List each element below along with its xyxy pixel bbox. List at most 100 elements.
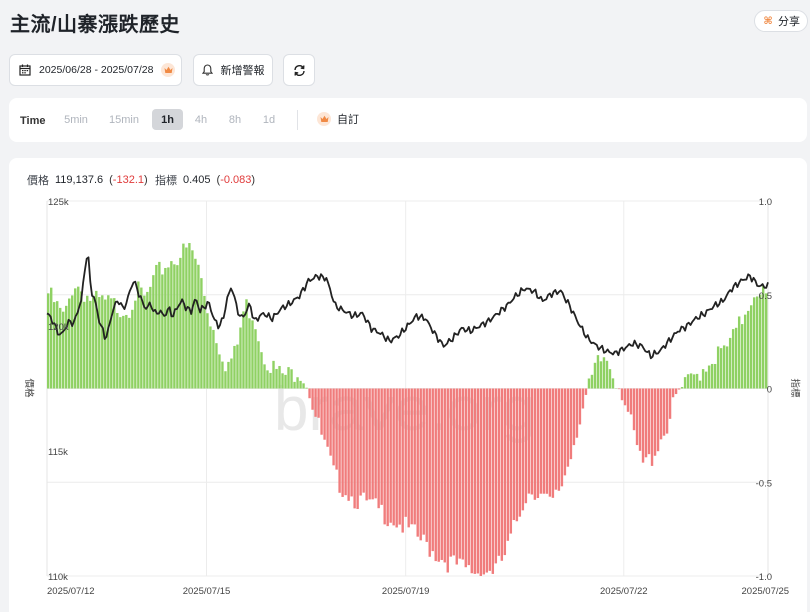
indicator-bar-negative (677, 388, 681, 390)
indicator-bar-negative (506, 388, 510, 541)
indicator-bar-negative (371, 388, 374, 500)
indicator-bar-positive (734, 327, 738, 389)
indicator-bar-positive (765, 293, 768, 389)
indicator-bar-positive (728, 337, 732, 389)
indicator-bar-positive (683, 377, 687, 389)
indicator-bar-negative (560, 388, 564, 487)
indicator-bar-negative (572, 388, 576, 446)
indicator-bar-negative (392, 388, 395, 526)
indicator-bar-positive (47, 293, 50, 389)
indicator-bar-negative (311, 388, 314, 410)
indicator-bar-negative (554, 388, 558, 490)
indicator-bar-positive (101, 295, 104, 389)
indicator-bar-negative (458, 388, 461, 559)
indicator-bar-positive (704, 371, 708, 389)
indicator-bar-negative (557, 388, 561, 491)
indicator-bar-positive (77, 286, 80, 389)
indicator-bar-positive (191, 250, 194, 389)
indicator-bar-positive (611, 378, 615, 389)
indicator-bar-negative (350, 388, 353, 497)
indicator-bar-positive (230, 358, 233, 389)
indicator-bar-negative (362, 388, 365, 493)
left-axis-tick: 115k (48, 447, 68, 458)
indicator-bar-positive (131, 309, 134, 389)
indicator-bar-positive (59, 307, 62, 389)
indicator-bar-positive (242, 311, 245, 389)
indicator-bar-positive (170, 261, 173, 389)
indicator-bar-negative (497, 388, 501, 556)
indicator-bar-positive (689, 373, 693, 389)
indicator-bar-negative (431, 388, 434, 552)
indicator-bar-negative (653, 388, 657, 456)
indicator-bar-negative (446, 388, 449, 573)
indicator-bar-negative (665, 388, 669, 434)
indicator-bar-negative (308, 388, 311, 399)
indicator-bar-negative (668, 388, 672, 419)
indicator-bar-negative (407, 388, 410, 528)
indicator-bar-negative (548, 388, 552, 497)
indicator-bar-positive (215, 343, 218, 389)
indicator-bar-positive (116, 313, 119, 389)
indicator-bar-positive (188, 243, 191, 389)
indicator-bar-positive (257, 341, 260, 389)
indicator-bar-positive (143, 295, 146, 389)
indicator-bar-positive (248, 318, 251, 389)
x-axis-tick: 2025/07/22 (600, 586, 648, 597)
indicator-bar-negative (335, 388, 338, 470)
indicator-bar-positive (200, 278, 203, 389)
indicator-bar-positive (155, 264, 158, 389)
indicator-bar-positive (272, 360, 275, 389)
right-axis-tick: -1.0 (756, 572, 772, 583)
indicator-bar-negative (674, 388, 678, 395)
indicator-bar-negative (482, 388, 485, 575)
indicator-bar-positive (590, 374, 594, 389)
indicator-bar-negative (641, 388, 645, 463)
right-axis-tick: 0 (767, 385, 772, 396)
indicator-bar-negative (365, 388, 368, 501)
indicator-bar-negative (524, 388, 528, 504)
indicator-bar-negative (377, 388, 380, 509)
indicator-bar-positive (737, 316, 741, 389)
indicator-bar-positive (212, 329, 215, 389)
indicator-bar-negative (422, 388, 425, 535)
indicator-bar-negative (656, 388, 660, 452)
indicator-bar-positive (98, 297, 101, 389)
indicator-bar-positive (740, 324, 744, 389)
indicator-bar-positive (284, 374, 287, 389)
indicator-bar-negative (428, 388, 431, 557)
indicator-bar-negative (329, 388, 332, 456)
indicator-bar-negative (440, 388, 443, 560)
indicator-bar-negative (389, 388, 392, 523)
indicator-bar-positive (71, 295, 74, 389)
indicator-bar-positive (236, 344, 239, 389)
indicator-bar-negative (509, 388, 513, 534)
indicator-bar-negative (617, 388, 621, 390)
indicator-bar-positive (722, 345, 726, 389)
indicator-bar-negative (563, 388, 567, 476)
indicator-bar-negative (632, 388, 636, 431)
indicator-bar-positive (203, 295, 206, 389)
indicator-bar-positive (758, 294, 762, 389)
indicator-bar-positive (713, 363, 717, 389)
indicator-bar-negative (338, 388, 341, 493)
indicator-bar-positive (197, 264, 200, 389)
right-axis-tick: 0.5 (759, 291, 772, 302)
x-axis-tick: 2025/07/12 (47, 586, 95, 597)
indicator-bar-negative (419, 388, 422, 541)
indicator-bar-negative (413, 388, 416, 525)
indicator-bar-positive (164, 267, 167, 389)
indicator-bar-negative (518, 388, 522, 517)
indicator-bar-positive (74, 288, 77, 389)
indicator-bar-negative (503, 388, 507, 556)
indicator-bar-negative (578, 388, 582, 425)
indicator-bar-positive (194, 258, 197, 389)
indicator-bar-negative (464, 388, 467, 568)
indicator-bar-positive (68, 298, 71, 389)
right-axis-tick: 1.0 (759, 197, 772, 208)
indicator-bar-positive (743, 314, 747, 389)
indicator-bar-negative (374, 388, 377, 499)
indicator-bar-negative (650, 388, 654, 466)
indicator-bar-negative (512, 388, 516, 521)
indicator-bar-positive (134, 300, 137, 389)
indicator-bar-positive (302, 383, 305, 389)
